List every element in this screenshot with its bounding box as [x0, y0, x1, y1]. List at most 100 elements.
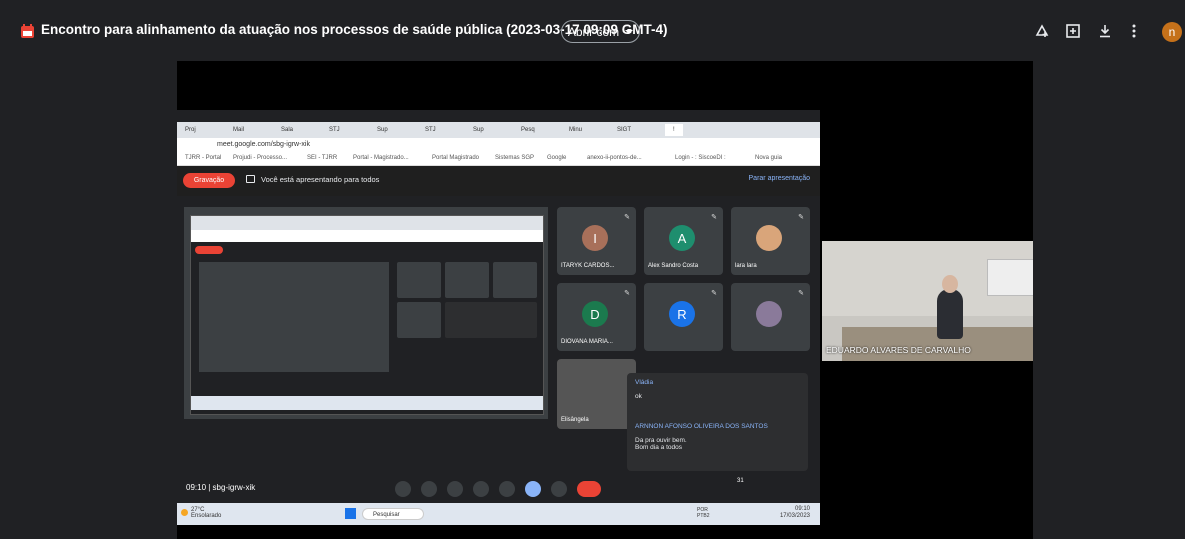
- browser-tab: Proj: [185, 127, 196, 133]
- browser-tab: SIGT: [617, 127, 632, 133]
- recording-badge: Gravação: [183, 173, 235, 188]
- bookmark: TJRR - Portal: [185, 155, 222, 161]
- whiteboard: [987, 259, 1033, 296]
- participant-name: ITARYK CARDOS...: [561, 263, 615, 269]
- mic-off-icon: ✎: [798, 214, 804, 221]
- more-options-button[interactable]: [551, 481, 567, 497]
- participant-tile[interactable]: Elisângela: [557, 359, 636, 429]
- browser-tab: STJ: [329, 127, 340, 133]
- bookmark: SEI - TJRR: [307, 155, 338, 161]
- bookmark: Sistemas SGP: [495, 155, 535, 161]
- chat-popup: Vládia ok ARNNON AFONSO OLIVEIRA DOS SAN…: [627, 373, 808, 471]
- windows-taskbar: 27°C Ensolarado Pesquisar POR PTB2 09:10…: [177, 503, 820, 525]
- meeting-code: 09:10 | sbg-igrw-xik: [186, 483, 256, 492]
- bookmark: Login - : SiscoeDI :: [675, 155, 726, 161]
- info-icon[interactable]: [722, 481, 738, 497]
- download-icon[interactable]: [1096, 22, 1114, 40]
- taskbar-search[interactable]: Pesquisar: [362, 508, 424, 520]
- bookmark: anexo-ii-pontos-de...: [587, 155, 642, 161]
- participant-avatar: R: [669, 301, 695, 327]
- chat-message: ok: [635, 393, 642, 400]
- mic-button[interactable]: [395, 481, 411, 497]
- leave-call-button[interactable]: [577, 481, 601, 497]
- stop-presenting-link[interactable]: Parar apresentação: [749, 175, 810, 182]
- bookmark: Google: [547, 155, 567, 161]
- browser-tab-active: !: [665, 124, 683, 136]
- participant-avatar: D: [582, 301, 608, 327]
- recursive-screen-preview: [190, 215, 544, 415]
- browser-tab: Sala: [281, 127, 294, 133]
- participant-tile[interactable]: ✎ I ITARYK CARDOS...: [557, 207, 636, 275]
- participant-avatar: A: [669, 225, 695, 251]
- participant-photo: [756, 225, 782, 251]
- browser-tab: Mail: [233, 127, 245, 133]
- browser-tab: Sup: [377, 127, 388, 133]
- mic-off-icon: ✎: [711, 214, 717, 221]
- speaker-name: EDUARDO ALVARES DE CARVALHO: [826, 345, 971, 355]
- search-placeholder: Pesquisar: [373, 512, 400, 518]
- recording-label: Gravação: [193, 177, 225, 184]
- add-to-drive-icon[interactable]: [1033, 22, 1051, 40]
- speaker-camera-feed: EDUARDO ALVARES DE CARVALHO: [822, 241, 1033, 361]
- sun-icon: [181, 509, 188, 516]
- participant-name: Alex Sandro Costa: [648, 263, 699, 269]
- participant-tile[interactable]: ✎ lara lara: [731, 207, 810, 275]
- participant-count: 31: [737, 478, 744, 484]
- account-avatar[interactable]: n: [1162, 22, 1182, 42]
- viewer-top-bar: Encontro para alinhamento da atuação nos…: [0, 0, 1185, 60]
- browser-tab: Sup: [473, 127, 484, 133]
- nested-screen-share: [184, 207, 548, 419]
- video-player[interactable]: Proj Mail Sala STJ Sup STJ Sup Pesq Minu…: [177, 61, 1033, 539]
- camera-button[interactable]: [421, 481, 437, 497]
- participant-name: Elisângela: [561, 417, 589, 423]
- browser-tab: STJ: [425, 127, 436, 133]
- present-icon: [246, 175, 255, 183]
- participant-tile[interactable]: ✎ A Alex Sandro Costa: [644, 207, 723, 275]
- bookmark: Projudi - Processo...: [233, 155, 288, 161]
- participant-tile[interactable]: ✎ D DIOVANA MARIA...: [557, 283, 636, 351]
- captions-button[interactable]: [447, 481, 463, 497]
- participant-name: lara lara: [735, 263, 757, 269]
- mic-off-icon: ✎: [624, 290, 630, 297]
- presenting-text: Você está apresentando para todos: [261, 175, 380, 184]
- participant-name: DIOVANA MARIA...: [561, 339, 613, 345]
- open-with-label: Abrir com: [567, 24, 620, 39]
- participant-photo: [756, 301, 782, 327]
- new-window-icon[interactable]: [1064, 22, 1082, 40]
- chevron-down-icon: [625, 29, 634, 34]
- chat-author: ARNNON AFONSO OLIVEIRA DOS SANTOS: [635, 423, 768, 430]
- language-indicator: POR PTB2: [697, 507, 710, 519]
- mic-off-icon: ✎: [624, 214, 630, 221]
- people-icon[interactable]: [744, 481, 760, 497]
- calendar-icon: [21, 24, 34, 38]
- speaker-figure: [937, 289, 963, 339]
- participant-tile[interactable]: ✎ R: [644, 283, 723, 351]
- mic-off-icon: ✎: [711, 290, 717, 297]
- browser-tab-strip: Proj Mail Sala STJ Sup STJ Sup Pesq Minu…: [177, 122, 820, 138]
- bookmark: Portal Magistrado: [432, 155, 480, 161]
- start-icon[interactable]: [345, 508, 356, 519]
- raise-hand-button[interactable]: [473, 481, 489, 497]
- browser-address-bar: meet.google.com/sbg-igrw-xik: [177, 138, 820, 152]
- emoji-button[interactable]: [499, 481, 515, 497]
- participant-tile[interactable]: ✎: [731, 283, 810, 351]
- chat-icon[interactable]: [766, 481, 782, 497]
- presenting-banner: Gravação Você está apresentando para tod…: [177, 166, 820, 196]
- more-vert-icon[interactable]: [1125, 22, 1143, 40]
- meet-control-bar: 09:10 | sbg-igrw-xik 31: [177, 475, 820, 503]
- bookmark: Portal - Magistrado...: [353, 155, 409, 161]
- url-text: meet.google.com/sbg-igrw-xik: [217, 141, 310, 148]
- taskbar-clock: 09:10 17/03/2023: [779, 506, 810, 519]
- open-with-button[interactable]: Abrir com: [561, 20, 640, 43]
- mic-off-icon: ✎: [798, 290, 804, 297]
- browser-tab: Pesq: [521, 127, 535, 133]
- weather-text: 27°C Ensolarado: [191, 507, 222, 519]
- chat-author: Vládia: [635, 379, 654, 386]
- participant-avatar: I: [582, 225, 608, 251]
- bookmark: Nova guia: [755, 155, 783, 161]
- activities-icon[interactable]: [788, 481, 804, 497]
- browser-tab: Minu: [569, 127, 583, 133]
- chat-message: Da pra ouvir bem. Bom dia a todos: [635, 437, 687, 451]
- bookmarks-bar: TJRR - Portal Projudi - Processo... SEI …: [177, 152, 820, 166]
- present-button[interactable]: [525, 481, 541, 497]
